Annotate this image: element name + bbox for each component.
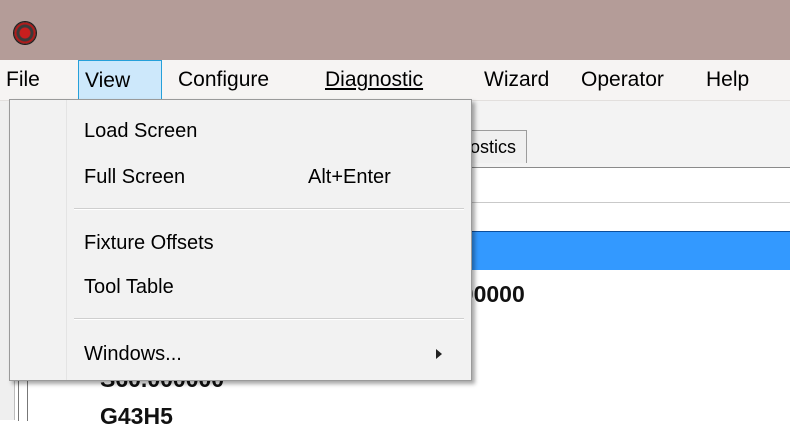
menu-item-full-screen[interactable]: Full Screen	[84, 160, 185, 194]
menu-item-fixture-offsets[interactable]: Fixture Offsets	[84, 226, 214, 260]
menu-diagnostic-label: Diagnostic	[325, 68, 424, 91]
menu-file[interactable]: File	[0, 60, 46, 100]
menu-icon-gutter	[10, 100, 67, 380]
menu-item-load-screen[interactable]: Load Screen	[84, 114, 197, 148]
app-logo-icon[interactable]	[14, 22, 36, 44]
menu-separator	[74, 208, 464, 210]
menu-diagnostic[interactable]: Diagnostic	[319, 60, 429, 100]
menu-configure[interactable]: Configure	[172, 60, 275, 100]
view-menu-dropdown: Load Screen Full Screen Alt+Enter Fixtur…	[9, 99, 472, 381]
menu-view[interactable]: View	[78, 60, 162, 100]
menu-help[interactable]: Help	[700, 60, 755, 100]
menu-bar: File View Configure Diagnostic Wizard Op…	[0, 60, 790, 101]
menu-operator[interactable]: Operator	[575, 60, 670, 100]
full-screen-shortcut: Alt+Enter	[308, 166, 391, 188]
menu-separator	[74, 318, 464, 320]
submenu-arrow-icon	[436, 349, 442, 359]
menu-wizard[interactable]: Wizard	[478, 60, 555, 100]
menu-item-tool-table[interactable]: Tool Table	[84, 270, 174, 304]
menu-item-windows[interactable]: Windows...	[84, 337, 182, 371]
title-bar	[0, 0, 790, 60]
code-line-3: G43H5	[100, 403, 173, 429]
